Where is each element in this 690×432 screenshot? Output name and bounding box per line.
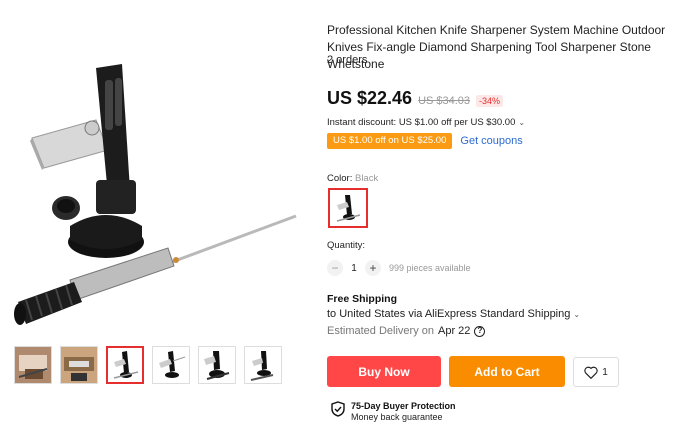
thumbnail-2[interactable] — [60, 346, 98, 384]
instant-discount[interactable]: Instant discount: US $1.00 off per US $3… — [327, 117, 525, 128]
thumbnail-4[interactable] — [152, 346, 190, 384]
coupon-row: US $1.00 off on US $25.00 Get coupons — [327, 133, 523, 149]
color-label: Color: Black — [327, 173, 378, 184]
color-swatch-black[interactable] — [328, 188, 368, 228]
chevron-down-icon: ⌄ — [518, 118, 526, 127]
main-product-image[interactable] — [4, 20, 304, 330]
price-row: US $22.46 US $34.03 -34% — [327, 88, 504, 109]
get-coupons-link[interactable]: Get coupons — [460, 135, 522, 147]
buy-now-button[interactable]: Buy Now — [327, 356, 441, 387]
thumbnail-6[interactable] — [244, 346, 282, 384]
thumbnail-strip — [14, 346, 282, 384]
current-price: US $22.46 — [327, 88, 413, 108]
thumbnail-3[interactable] — [106, 346, 144, 384]
coupon-badge: US $1.00 off on US $25.00 — [327, 133, 453, 149]
product-gallery — [0, 0, 310, 432]
instant-discount-text: Instant discount: US $1.00 off per US $3… — [327, 117, 516, 128]
buyer-protection: 75-Day Buyer Protection Money back guara… — [331, 401, 456, 423]
shipping-method[interactable]: to United States via AliExpress Standard… — [327, 308, 580, 320]
protection-subtitle: Money back guarantee — [351, 412, 443, 422]
wishlist-button[interactable]: 1 — [573, 357, 619, 387]
protection-title: 75-Day Buyer Protection — [351, 401, 456, 411]
heart-icon — [584, 366, 598, 379]
product-title: Professional Kitchen Knife Sharpener Sys… — [327, 23, 666, 71]
thumbnail-5[interactable] — [198, 346, 236, 384]
quantity-value[interactable]: 1 — [343, 263, 365, 274]
quantity-stepper: − 1 + 999 pieces available — [327, 260, 471, 276]
delivery-label: Estimated Delivery on — [327, 325, 434, 337]
wishlist-count: 1 — [602, 366, 608, 378]
color-label-text: Color: — [327, 173, 353, 184]
pieces-available: 999 pieces available — [389, 263, 471, 273]
orders-count: 2 orders — [327, 54, 368, 66]
shipping-title: Free Shipping — [327, 293, 398, 305]
delivery-date: Apr 22 — [438, 325, 471, 337]
thumbnail-1[interactable] — [14, 346, 52, 384]
minus-icon[interactable]: − — [327, 260, 343, 276]
add-to-cart-button[interactable]: Add to Cart — [449, 356, 565, 387]
plus-icon[interactable]: + — [365, 260, 381, 276]
original-price: US $34.03 — [418, 95, 471, 107]
discount-badge: -34% — [476, 95, 504, 107]
estimated-delivery: Estimated Delivery on Apr 22 ? — [327, 325, 486, 337]
shipping-method-text: to United States via AliExpress Standard… — [327, 308, 571, 320]
chevron-down-icon: ⌄ — [573, 309, 581, 319]
shield-check-icon — [331, 401, 345, 417]
quantity-label: Quantity: — [327, 240, 366, 251]
color-value: Black — [354, 173, 379, 184]
help-circle-icon[interactable]: ? — [474, 325, 486, 337]
